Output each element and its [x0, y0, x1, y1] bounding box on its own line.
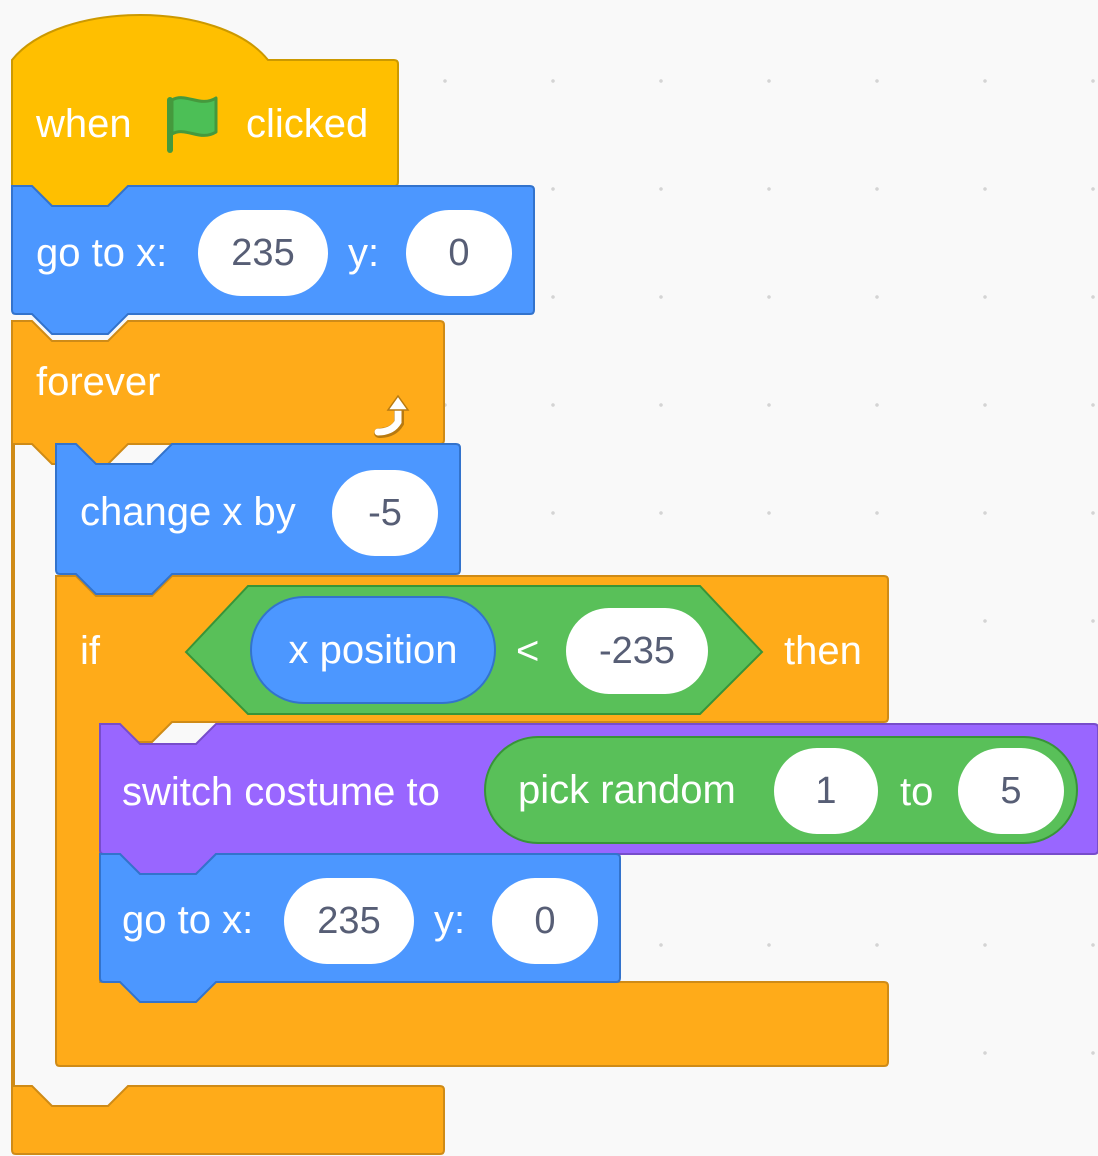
goto-y-input[interactable]: 0 [406, 210, 512, 296]
forever-label: forever [36, 360, 161, 404]
random-to-input[interactable]: 5 [958, 748, 1064, 834]
hat-clicked-label: clicked [246, 102, 369, 146]
pick-random-label: pick random [518, 767, 736, 812]
hat-when-label: when [36, 102, 132, 146]
goto-label: go to x: [122, 898, 254, 942]
random-from-input[interactable]: 1 [774, 748, 878, 834]
compare-value-input[interactable]: -235 [566, 608, 708, 694]
less-than-symbol: < [516, 629, 540, 673]
change-x-input[interactable]: -5 [332, 470, 438, 556]
x-position-reporter[interactable]: x position [250, 596, 496, 704]
change-x-label: change x by [80, 490, 296, 534]
goto-x-input[interactable]: 235 [198, 210, 328, 296]
if-label: if [80, 629, 100, 673]
goto-label: go to x: [36, 231, 168, 275]
goto-y-input[interactable]: 0 [492, 878, 598, 964]
random-to-label: to [900, 770, 934, 814]
switch-costume-label: switch costume to [122, 770, 440, 814]
goto-x-input[interactable]: 235 [284, 878, 414, 964]
goto-y-label: y: [434, 898, 466, 942]
script-canvas [11, 14, 1098, 1155]
then-label: then [784, 629, 862, 673]
goto-y-label: y: [348, 231, 380, 275]
